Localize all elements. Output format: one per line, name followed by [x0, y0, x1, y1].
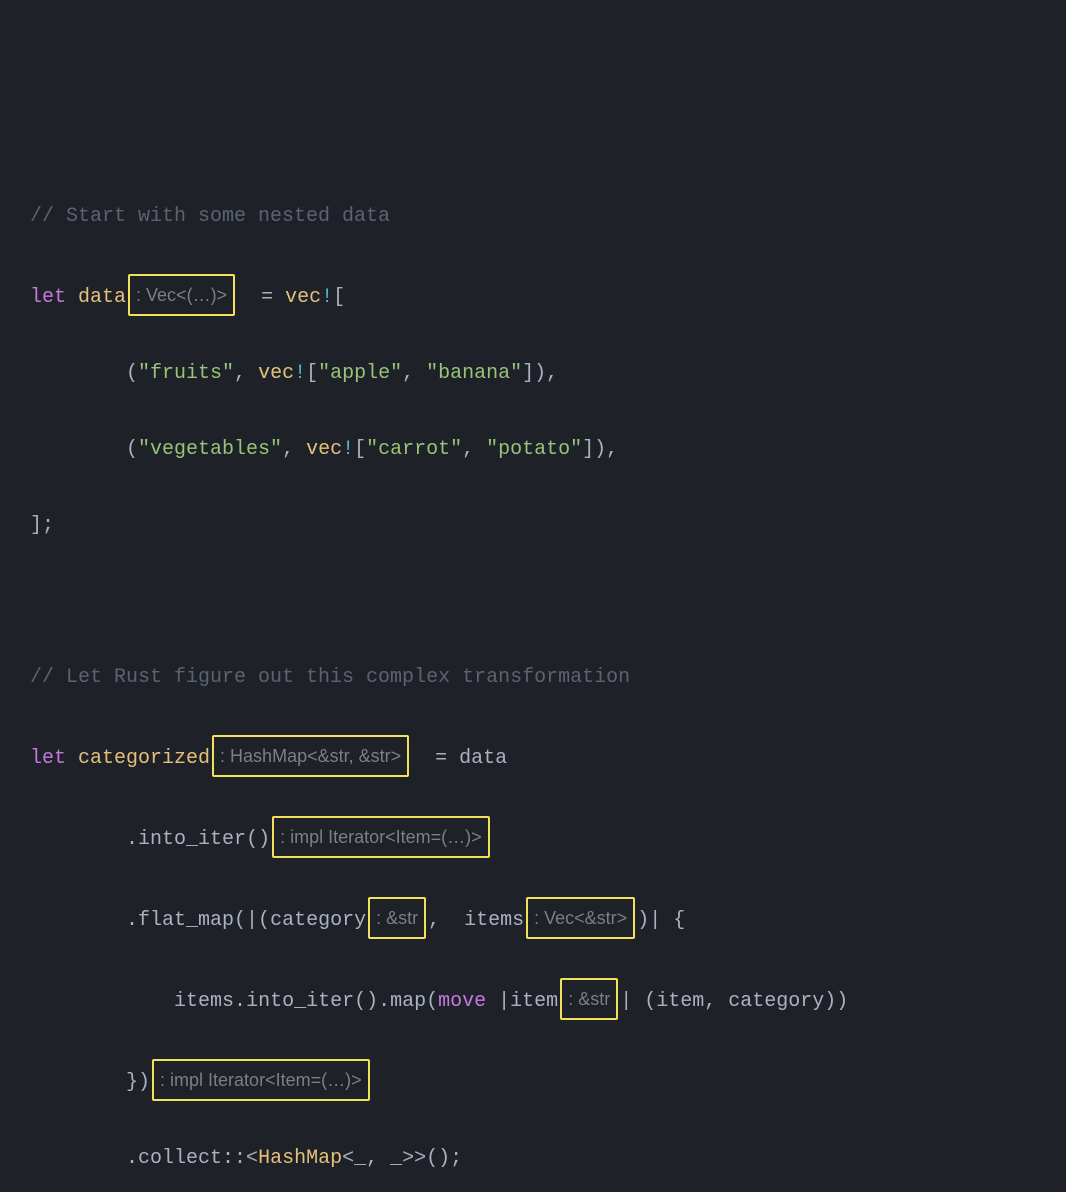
code-line: .flat_map(|(category: &str, items: Vec<&…	[30, 897, 1036, 940]
comma: ,	[366, 1147, 390, 1170]
turbofish: ::<	[222, 1147, 258, 1170]
dot: .	[234, 990, 246, 1013]
code-line: .into_iter(): impl Iterator<Item=(…)>	[30, 816, 1036, 859]
paren-open: (	[426, 990, 438, 1013]
closure-close: )| {	[637, 909, 685, 932]
type-hashmap: HashMap	[258, 1147, 342, 1170]
string-literal: "banana"	[426, 362, 522, 385]
assign: =	[411, 747, 459, 770]
inlay-hint-type[interactable]: : Vec<(…)>	[128, 274, 235, 316]
indent	[30, 990, 174, 1013]
code-line: items.into_iter().map(move |item: &str| …	[30, 978, 1036, 1021]
comment: // Start with some nested data	[30, 205, 390, 228]
closure-open: (|(	[234, 909, 270, 932]
bar-open: | (	[620, 990, 656, 1013]
keyword-let: let	[30, 747, 78, 770]
close-stmt: >>();	[402, 1147, 462, 1170]
bar: |	[486, 990, 510, 1013]
dot: .	[30, 1147, 138, 1170]
macro-vec: vec	[285, 286, 321, 309]
macro-bang: !	[321, 286, 333, 309]
string-literal: "fruits"	[138, 362, 234, 385]
close: ]),	[582, 438, 618, 461]
paren-open: (	[30, 438, 138, 461]
param-category: category	[270, 909, 366, 932]
angle-open: <	[342, 1147, 354, 1170]
keyword-let: let	[30, 286, 78, 309]
var-category: category	[728, 990, 824, 1013]
var-ref: data	[459, 747, 507, 770]
underscore: _	[354, 1147, 366, 1170]
macro-bang: !	[294, 362, 306, 385]
code-line: let data: Vec<(…)> = vec![	[30, 274, 1036, 317]
code-editor[interactable]: // Start with some nested data let data:…	[30, 160, 1036, 1192]
comma: ,	[462, 438, 486, 461]
var-data: data	[78, 286, 126, 309]
inlay-hint-type[interactable]: : impl Iterator<Item=(…)>	[152, 1059, 370, 1101]
method-map: map	[390, 990, 426, 1013]
dot: .	[30, 828, 138, 851]
parens: ()	[246, 828, 270, 851]
comma: ,	[402, 362, 426, 385]
inlay-hint-type[interactable]: : &str	[368, 897, 426, 939]
underscore: _	[390, 1147, 402, 1170]
close: ]),	[522, 362, 558, 385]
bracket-open: [	[333, 286, 345, 309]
keyword-move: move	[438, 990, 486, 1013]
var-item: item	[656, 990, 704, 1013]
code-line: ("vegetables", vec!["carrot", "potato"])…	[30, 431, 1036, 469]
close-stmt: ];	[30, 514, 54, 537]
method-into-iter: into_iter	[138, 828, 246, 851]
inlay-hint-type[interactable]: : Vec<&str>	[526, 897, 635, 939]
code-line: let categorized: HashMap<&str, &str> = d…	[30, 735, 1036, 778]
param-item: item	[510, 990, 558, 1013]
method-into-iter: into_iter	[246, 990, 354, 1013]
var-categorized: categorized	[78, 747, 210, 770]
var-items: items	[174, 990, 234, 1013]
comma: ,	[428, 909, 464, 932]
macro-bang: !	[342, 438, 354, 461]
dot: .	[30, 909, 138, 932]
code-line: // Start with some nested data	[30, 198, 1036, 236]
string-literal: "apple"	[318, 362, 402, 385]
method-collect: collect	[138, 1147, 222, 1170]
comment: // Let Rust figure out this complex tran…	[30, 666, 630, 689]
code-line: }): impl Iterator<Item=(…)>	[30, 1059, 1036, 1102]
macro-vec: vec	[306, 438, 342, 461]
code-line: // Let Rust figure out this complex tran…	[30, 659, 1036, 697]
code-line: .collect::<HashMap<_, _>>();	[30, 1140, 1036, 1178]
string-literal: "carrot"	[366, 438, 462, 461]
param-items: items	[464, 909, 524, 932]
paren-open: (	[30, 362, 138, 385]
comma: ,	[704, 990, 728, 1013]
code-line: ("fruits", vec!["apple", "banana"]),	[30, 355, 1036, 393]
comma: ,	[234, 362, 258, 385]
inlay-hint-type[interactable]: : &str	[560, 978, 618, 1020]
inlay-hint-type[interactable]: : impl Iterator<Item=(…)>	[272, 816, 490, 858]
assign: =	[237, 286, 285, 309]
code-line: ];	[30, 507, 1036, 545]
block-close: })	[30, 1071, 150, 1094]
method-flat-map: flat_map	[138, 909, 234, 932]
bracket-open: [	[306, 362, 318, 385]
close: ))	[824, 990, 848, 1013]
blank-line	[30, 583, 1036, 621]
string-literal: "potato"	[486, 438, 582, 461]
inlay-hint-type[interactable]: : HashMap<&str, &str>	[212, 735, 409, 777]
macro-vec: vec	[258, 362, 294, 385]
bracket-open: [	[354, 438, 366, 461]
comma: ,	[282, 438, 306, 461]
string-literal: "vegetables"	[138, 438, 282, 461]
parens-dot: ().	[354, 990, 390, 1013]
